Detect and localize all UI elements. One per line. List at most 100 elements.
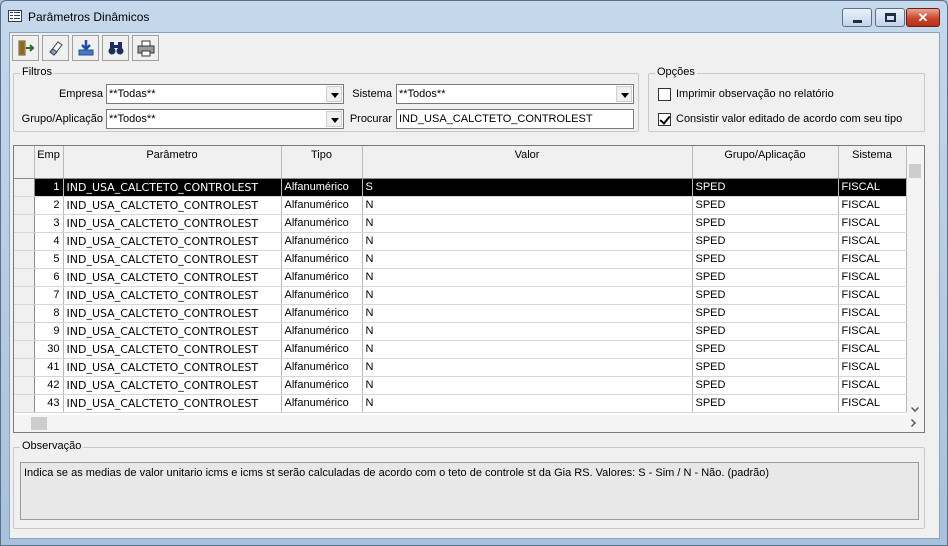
search-button[interactable] [102,35,129,61]
window-icon[interactable] [8,10,22,22]
cell-sistema[interactable]: FISCAL [838,232,907,251]
chevron-down-icon[interactable] [326,86,342,102]
cell-valor[interactable]: N [362,214,693,233]
cell-parametro[interactable]: IND_USA_CALCTETO_CONTROLEST [63,232,282,251]
clear-button[interactable] [42,35,69,61]
row-indicator[interactable] [14,268,35,287]
cell-tipo[interactable]: Alfanumérico [281,358,363,377]
cell-emp[interactable]: 5 [34,250,64,269]
row-indicator[interactable] [14,286,35,305]
cell-tipo[interactable]: Alfanumérico [281,322,363,341]
chevron-down-icon[interactable] [326,111,342,127]
col-header-grupo[interactable]: Grupo/Aplicação [692,146,839,179]
cell-parametro[interactable]: IND_USA_CALCTETO_CONTROLEST [63,394,282,413]
cell-parametro[interactable]: IND_USA_CALCTETO_CONTROLEST [63,196,282,215]
cell-emp[interactable]: 2 [34,196,64,215]
row-indicator[interactable] [14,358,35,377]
cell-parametro[interactable]: IND_USA_CALCTETO_CONTROLEST [63,322,282,341]
col-header-sistema[interactable]: Sistema [838,146,907,179]
cell-emp[interactable]: 1 [34,178,64,197]
cell-sistema[interactable]: FISCAL [838,394,907,413]
cell-grupo[interactable]: SPED [692,178,839,197]
table-row[interactable]: 5 IND_USA_CALCTETO_CONTROLEST Alfanumérico… [14,250,907,269]
cell-valor[interactable]: N [362,304,693,323]
col-header-parametro[interactable]: Parâmetro [63,146,282,179]
print-button[interactable] [132,35,159,61]
sistema-select[interactable]: **Todos** [396,84,634,104]
cell-grupo[interactable]: SPED [692,358,839,377]
row-indicator[interactable] [14,394,35,413]
cell-sistema[interactable]: FISCAL [838,196,907,215]
cell-sistema[interactable]: FISCAL [838,286,907,305]
cell-tipo[interactable]: Alfanumérico [281,376,363,395]
cell-sistema[interactable]: FISCAL [838,304,907,323]
cell-tipo[interactable]: Alfanumérico [281,340,363,359]
horizontal-scrollbar[interactable] [14,415,924,432]
parameters-grid[interactable]: Emp Parâmetro Tipo Valor Grupo/Aplicação… [13,145,925,433]
row-indicator[interactable] [14,340,35,359]
cell-grupo[interactable]: SPED [692,376,839,395]
row-indicator[interactable] [14,304,35,323]
close-button[interactable]: ✕ [906,8,940,27]
row-indicator[interactable] [14,178,35,197]
cell-parametro[interactable]: IND_USA_CALCTETO_CONTROLEST [63,358,282,377]
cell-grupo[interactable]: SPED [692,394,839,413]
cell-grupo[interactable]: SPED [692,232,839,251]
cell-parametro[interactable]: IND_USA_CALCTETO_CONTROLEST [63,286,282,305]
cell-valor[interactable]: N [362,358,693,377]
row-indicator[interactable] [14,250,35,269]
vertical-scrollbar[interactable] [907,146,924,415]
cell-emp[interactable]: 6 [34,268,64,287]
chevron-down-icon[interactable] [616,86,632,102]
row-indicator[interactable] [14,232,35,251]
cell-grupo[interactable]: SPED [692,340,839,359]
cell-emp[interactable]: 43 [34,394,64,413]
col-header-valor[interactable]: Valor [362,146,693,179]
cell-grupo[interactable]: SPED [692,214,839,233]
cell-emp[interactable]: 9 [34,322,64,341]
table-row[interactable]: 2 IND_USA_CALCTETO_CONTROLEST Alfanumérico… [14,196,907,215]
cell-tipo[interactable]: Alfanumérico [281,232,363,251]
scroll-down-icon[interactable] [911,404,919,412]
maximize-button[interactable] [875,8,905,27]
cell-emp[interactable]: 7 [34,286,64,305]
table-row[interactable]: 3 IND_USA_CALCTETO_CONTROLEST Alfanumérico… [14,214,907,233]
cell-tipo[interactable]: Alfanumérico [281,304,363,323]
cell-emp[interactable]: 4 [34,232,64,251]
cell-grupo[interactable]: SPED [692,196,839,215]
cell-emp[interactable]: 42 [34,376,64,395]
cell-sistema[interactable]: FISCAL [838,340,907,359]
cell-grupo[interactable]: SPED [692,250,839,269]
cell-sistema[interactable]: FISCAL [838,250,907,269]
cell-valor[interactable]: N [362,322,693,341]
cell-grupo[interactable]: SPED [692,304,839,323]
observation-text[interactable]: Indica se as medias de valor unitario ic… [20,462,919,520]
cell-valor[interactable]: N [362,394,693,413]
table-row[interactable]: 8 IND_USA_CALCTETO_CONTROLEST Alfanumérico… [14,304,907,323]
cell-emp[interactable]: 3 [34,214,64,233]
table-row[interactable]: 1 IND_USA_CALCTETO_CONTROLEST Alfanumérico… [14,178,907,197]
cell-sistema[interactable]: FISCAL [838,358,907,377]
table-row[interactable]: 6 IND_USA_CALCTETO_CONTROLEST Alfanumérico… [14,268,907,287]
scroll-right-icon[interactable] [908,419,916,427]
cell-parametro[interactable]: IND_USA_CALCTETO_CONTROLEST [63,178,282,197]
cell-emp[interactable]: 41 [34,358,64,377]
cell-parametro[interactable]: IND_USA_CALCTETO_CONTROLEST [63,340,282,359]
download-button[interactable] [72,35,99,61]
empresa-select[interactable]: **Todas** [106,84,344,104]
procurar-input[interactable]: IND_USA_CALCTETO_CONTROLEST [396,109,634,129]
cell-tipo[interactable]: Alfanumérico [281,214,363,233]
cell-emp[interactable]: 30 [34,340,64,359]
horizontal-scroll-thumb[interactable] [31,417,47,430]
cell-sistema[interactable]: FISCAL [838,268,907,287]
cell-parametro[interactable]: IND_USA_CALCTETO_CONTROLEST [63,304,282,323]
cell-sistema[interactable]: FISCAL [838,376,907,395]
table-row[interactable]: 9 IND_USA_CALCTETO_CONTROLEST Alfanumérico… [14,322,907,341]
cell-sistema[interactable]: FISCAL [838,178,907,197]
cell-valor[interactable]: N [362,196,693,215]
cell-parametro[interactable]: IND_USA_CALCTETO_CONTROLEST [63,376,282,395]
cell-valor[interactable]: N [362,340,693,359]
vertical-scroll-thumb[interactable] [909,164,921,178]
cell-tipo[interactable]: Alfanumérico [281,250,363,269]
cell-tipo[interactable]: Alfanumérico [281,394,363,413]
